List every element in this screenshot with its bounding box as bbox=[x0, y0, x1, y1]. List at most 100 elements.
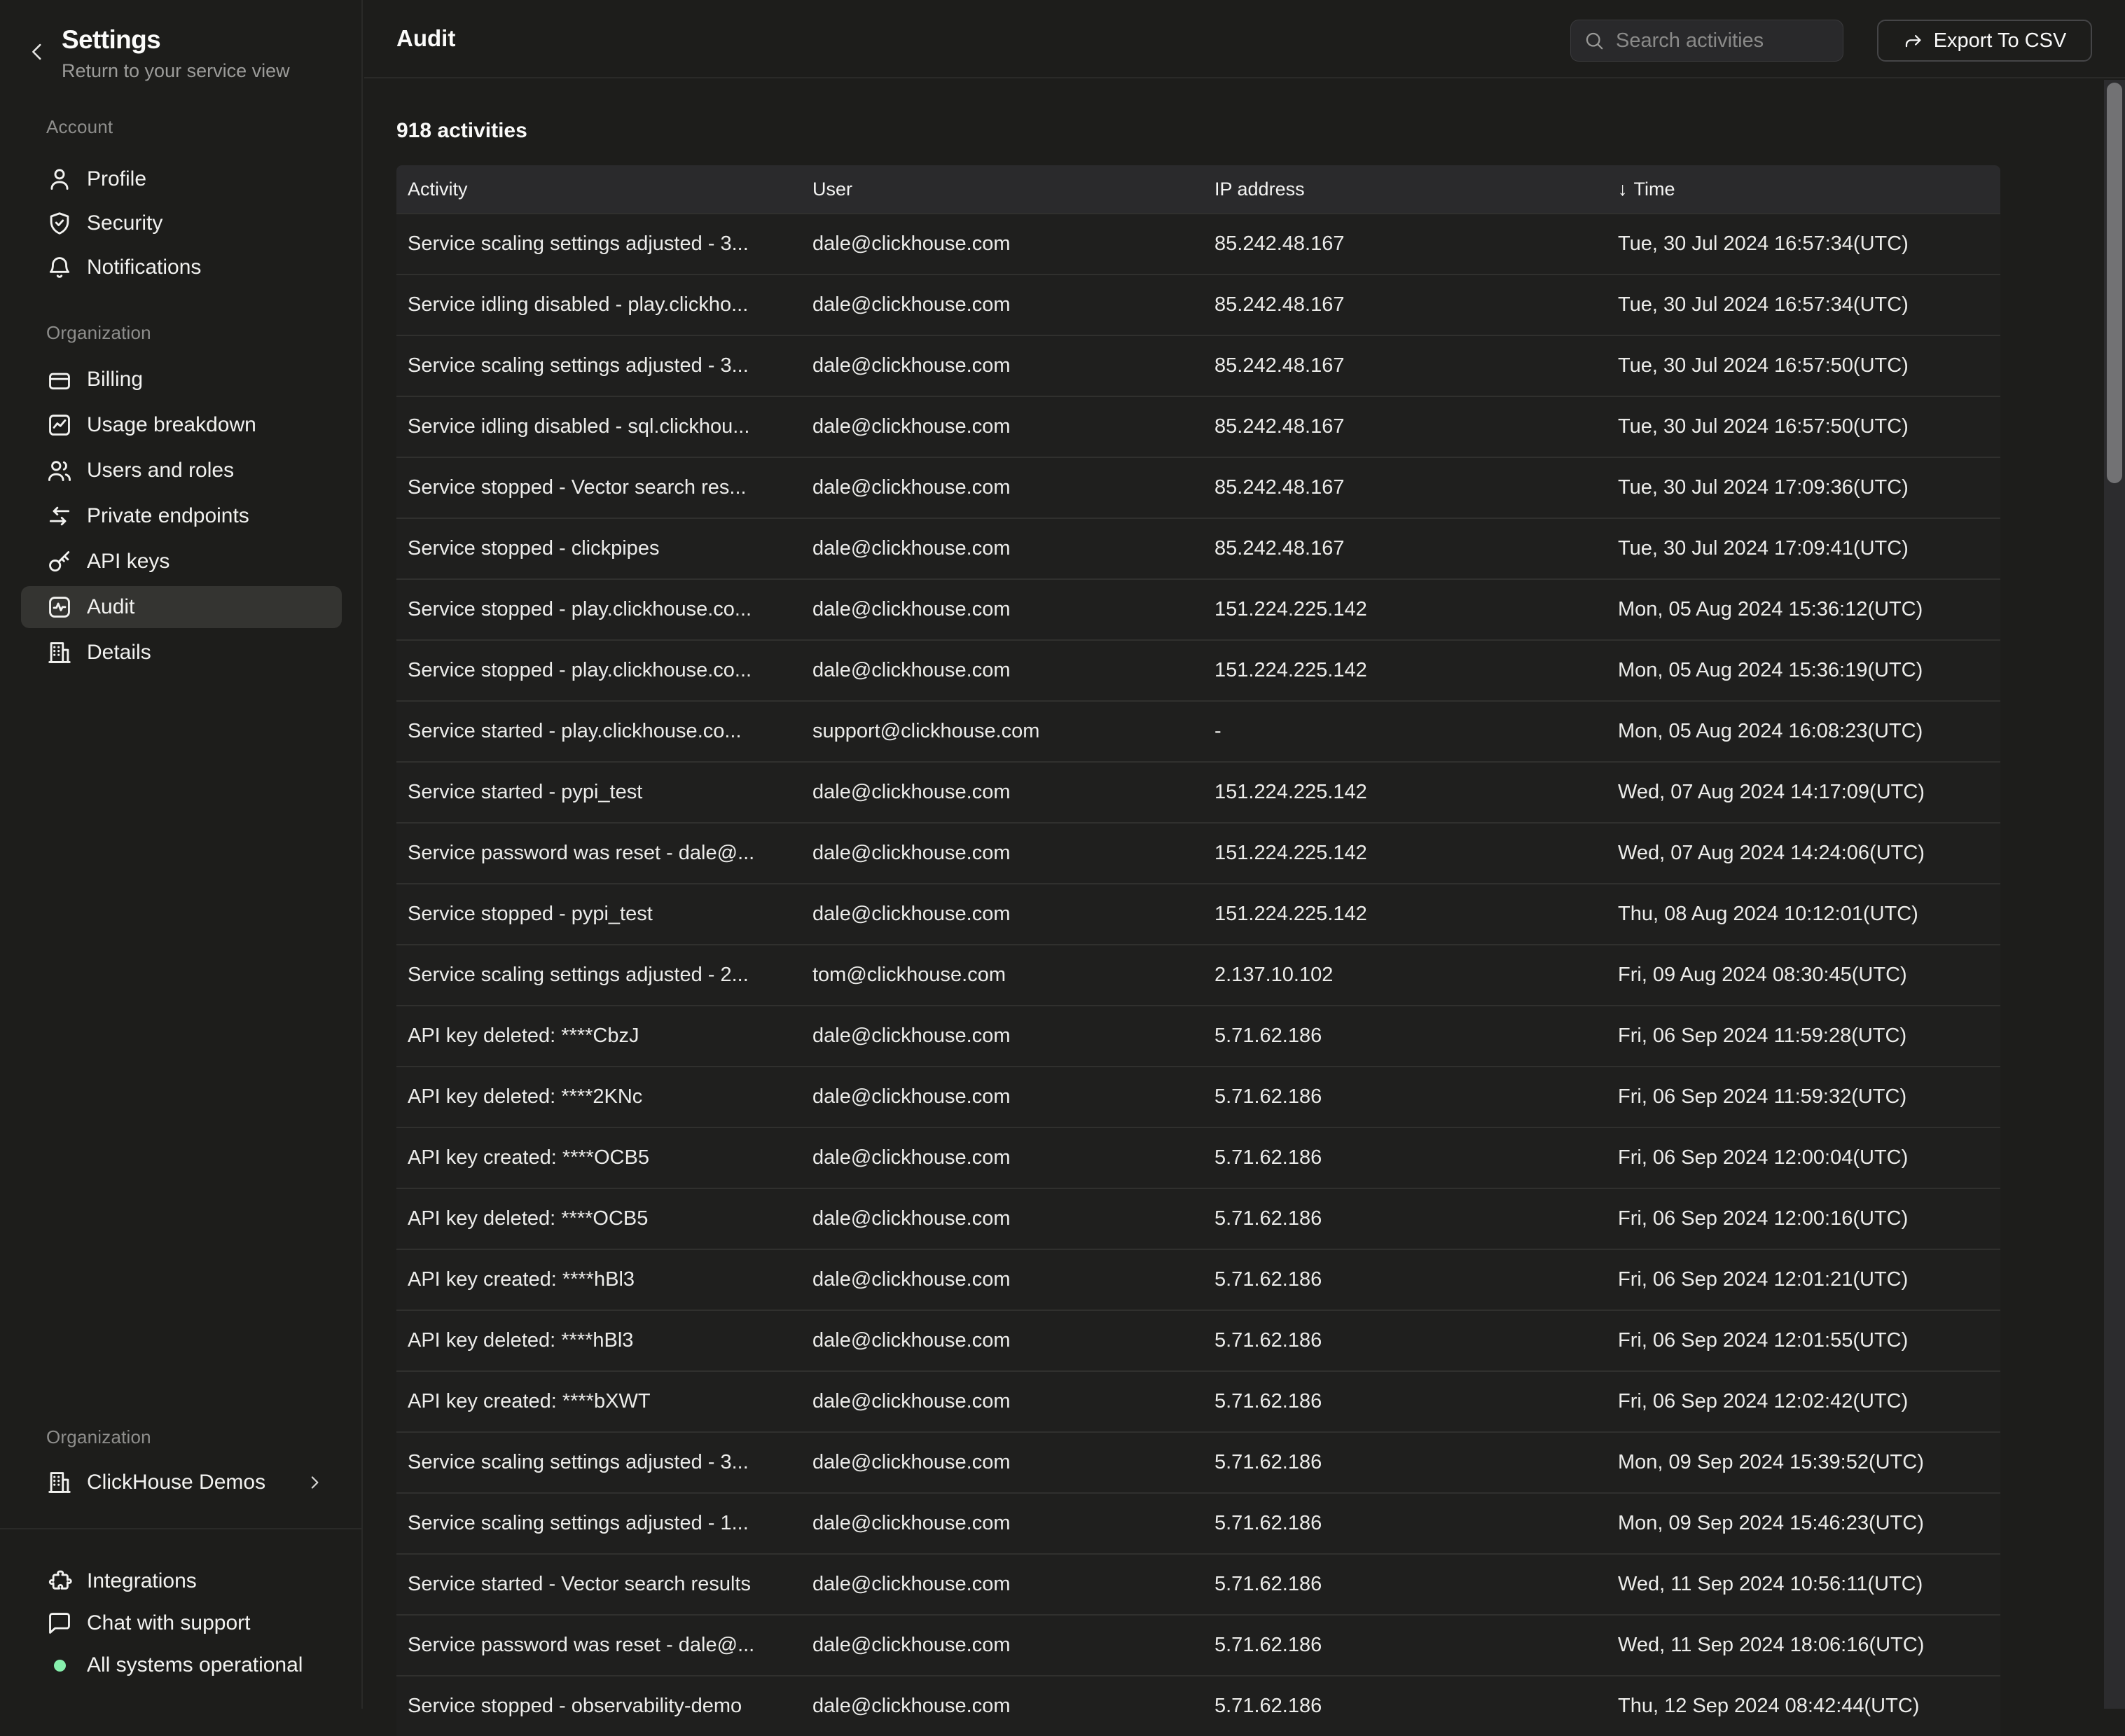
cell-activity: Service stopped - clickpipes bbox=[396, 537, 801, 560]
sidebar-item-audit[interactable]: Audit bbox=[21, 586, 342, 628]
table-body: Service scaling settings adjusted - 3...… bbox=[396, 213, 2000, 1736]
cell-time: Thu, 08 Aug 2024 10:12:01(UTC) bbox=[1607, 903, 2000, 926]
sidebar-item-icon bbox=[46, 548, 73, 575]
cell-activity: Service stopped - observability-demo bbox=[396, 1695, 801, 1718]
sidebar-item-users-and-roles[interactable]: Users and roles bbox=[21, 450, 342, 492]
sidebar-item-icon bbox=[46, 210, 73, 237]
table-row[interactable]: Service scaling settings adjusted - 2...… bbox=[396, 944, 2000, 1005]
cell-ip-address: 5.71.62.186 bbox=[1203, 1146, 1607, 1169]
cell-activity: Service started - play.clickhouse.co... bbox=[396, 720, 801, 743]
sidebar-item-label: Notifications bbox=[87, 256, 201, 279]
table-header-row: Activity User IP address ↓ Time bbox=[396, 165, 2000, 213]
cell-activity: Service started - pypi_test bbox=[396, 781, 801, 804]
table-row[interactable]: Service stopped - pypi_test dale@clickho… bbox=[396, 883, 2000, 944]
table-row[interactable]: Service scaling settings adjusted - 3...… bbox=[396, 1431, 2000, 1492]
cell-user: dale@clickhouse.com bbox=[801, 1146, 1203, 1169]
cell-user: dale@clickhouse.com bbox=[801, 232, 1203, 256]
cell-time: Mon, 05 Aug 2024 16:08:23(UTC) bbox=[1607, 720, 2000, 743]
cell-ip-address: 151.224.225.142 bbox=[1203, 781, 1607, 804]
cell-time: Wed, 11 Sep 2024 10:56:11(UTC) bbox=[1607, 1573, 2000, 1596]
activity-count: 918 activities bbox=[396, 119, 527, 143]
table-row[interactable]: API key created: ****bXWT dale@clickhous… bbox=[396, 1370, 2000, 1431]
table-row[interactable]: Service scaling settings adjusted - 1...… bbox=[396, 1492, 2000, 1553]
sidebar-item-profile[interactable]: Profile bbox=[21, 158, 342, 200]
sidebar-item-security[interactable]: Security bbox=[21, 202, 342, 244]
cell-time: Tue, 30 Jul 2024 17:09:41(UTC) bbox=[1607, 537, 2000, 560]
cell-time: Fri, 09 Aug 2024 08:30:45(UTC) bbox=[1607, 964, 2000, 987]
cell-user: dale@clickhouse.com bbox=[801, 781, 1203, 804]
sidebar-item-icon bbox=[46, 639, 73, 666]
table-row[interactable]: API key created: ****hBl3 dale@clickhous… bbox=[396, 1249, 2000, 1310]
cell-time: Mon, 09 Sep 2024 15:46:23(UTC) bbox=[1607, 1512, 2000, 1535]
table-row[interactable]: Service scaling settings adjusted - 3...… bbox=[396, 213, 2000, 274]
table-row[interactable]: Service stopped - clickpipes dale@clickh… bbox=[396, 518, 2000, 578]
export-icon bbox=[1903, 30, 1924, 51]
table-row[interactable]: Service started - pypi_test dale@clickho… bbox=[396, 761, 2000, 822]
table-row[interactable]: Service idling disabled - sql.clickhou..… bbox=[396, 396, 2000, 457]
sidebar-item-all-systems-operational[interactable]: All systems operational bbox=[21, 1644, 342, 1686]
table-row[interactable]: API key deleted: ****OCB5 dale@clickhous… bbox=[396, 1188, 2000, 1249]
column-header-time[interactable]: ↓ Time bbox=[1607, 179, 2000, 200]
table-row[interactable]: Service stopped - observability-demo dal… bbox=[396, 1675, 2000, 1736]
sidebar-item-billing[interactable]: Billing bbox=[21, 359, 342, 401]
org-switcher-clickhouse-demos[interactable]: ClickHouse Demos bbox=[21, 1461, 342, 1504]
section-label-organization-switcher: Organization bbox=[46, 1426, 151, 1448]
sidebar-item-api-keys[interactable]: API keys bbox=[21, 541, 342, 583]
vertical-scrollbar-thumb[interactable] bbox=[2107, 83, 2122, 483]
back-button[interactable] bbox=[25, 36, 56, 67]
sidebar-item-label: Chat with support bbox=[87, 1611, 250, 1635]
search-box[interactable] bbox=[1570, 20, 1843, 62]
organization-nav-group: Billing Usage breakdown Users and roles … bbox=[21, 359, 342, 674]
page-header: Audit Export To CSV bbox=[364, 0, 2125, 78]
cell-time: Mon, 05 Aug 2024 15:36:19(UTC) bbox=[1607, 659, 2000, 682]
page-title: Audit bbox=[396, 0, 455, 77]
sidebar-subtitle[interactable]: Return to your service view bbox=[62, 60, 290, 82]
cell-ip-address: 5.71.62.186 bbox=[1203, 1268, 1607, 1291]
sidebar-item-details[interactable]: Details bbox=[21, 632, 342, 674]
cell-user: dale@clickhouse.com bbox=[801, 1573, 1203, 1596]
table-row[interactable]: Service scaling settings adjusted - 3...… bbox=[396, 335, 2000, 396]
cell-activity: API key deleted: ****OCB5 bbox=[396, 1207, 801, 1230]
search-input[interactable] bbox=[1616, 29, 1830, 53]
table-row[interactable]: Service password was reset - dale@... da… bbox=[396, 1614, 2000, 1675]
cell-activity: Service scaling settings adjusted - 3... bbox=[396, 1451, 801, 1474]
table-row[interactable]: Service stopped - play.clickhouse.co... … bbox=[396, 639, 2000, 700]
cell-activity: Service password was reset - dale@... bbox=[396, 1634, 801, 1657]
sidebar-item-label: Security bbox=[87, 211, 162, 235]
export-to-csv-button[interactable]: Export To CSV bbox=[1877, 20, 2092, 62]
table-row[interactable]: API key deleted: ****hBl3 dale@clickhous… bbox=[396, 1310, 2000, 1370]
column-header-user[interactable]: User bbox=[801, 179, 1203, 200]
sidebar-item-icon bbox=[46, 457, 73, 484]
sidebar-item-usage-breakdown[interactable]: Usage breakdown bbox=[21, 404, 342, 446]
cell-ip-address: 5.71.62.186 bbox=[1203, 1207, 1607, 1230]
sidebar-item-icon bbox=[46, 1652, 73, 1679]
sidebar-item-private-endpoints[interactable]: Private endpoints bbox=[21, 495, 342, 537]
table-row[interactable]: Service stopped - play.clickhouse.co... … bbox=[396, 578, 2000, 639]
table-row[interactable]: Service password was reset - dale@... da… bbox=[396, 822, 2000, 883]
vertical-scrollbar-track[interactable] bbox=[2104, 80, 2125, 1709]
table-row[interactable]: API key deleted: ****CbzJ dale@clickhous… bbox=[396, 1005, 2000, 1066]
cell-ip-address: 5.71.62.186 bbox=[1203, 1634, 1607, 1657]
table-row[interactable]: API key deleted: ****2KNc dale@clickhous… bbox=[396, 1066, 2000, 1127]
search-icon bbox=[1584, 30, 1605, 51]
cell-ip-address: 85.242.48.167 bbox=[1203, 415, 1607, 438]
sidebar-item-label: API keys bbox=[87, 550, 169, 574]
table-row[interactable]: Service started - play.clickhouse.co... … bbox=[396, 700, 2000, 761]
sidebar-item-label: Users and roles bbox=[87, 459, 234, 482]
cell-ip-address: 85.242.48.167 bbox=[1203, 293, 1607, 317]
column-header-activity[interactable]: Activity bbox=[396, 179, 801, 200]
table-row[interactable]: Service stopped - Vector search res... d… bbox=[396, 457, 2000, 518]
cell-user: dale@clickhouse.com bbox=[801, 659, 1203, 682]
cell-ip-address: 85.242.48.167 bbox=[1203, 232, 1607, 256]
column-header-time-label: Time bbox=[1634, 179, 1675, 200]
table-row[interactable]: API key created: ****OCB5 dale@clickhous… bbox=[396, 1127, 2000, 1188]
sidebar-item-notifications[interactable]: Notifications bbox=[21, 246, 342, 289]
cell-ip-address: 151.224.225.142 bbox=[1203, 659, 1607, 682]
cell-activity: API key deleted: ****2KNc bbox=[396, 1085, 801, 1109]
chevron-left-icon bbox=[25, 40, 56, 64]
sidebar-item-integrations[interactable]: Integrations bbox=[21, 1560, 342, 1602]
table-row[interactable]: Service idling disabled - play.clickho..… bbox=[396, 274, 2000, 335]
table-row[interactable]: Service started - Vector search results … bbox=[396, 1553, 2000, 1614]
column-header-ip-address[interactable]: IP address bbox=[1203, 179, 1607, 200]
sidebar-item-chat-with-support[interactable]: Chat with support bbox=[21, 1602, 342, 1644]
